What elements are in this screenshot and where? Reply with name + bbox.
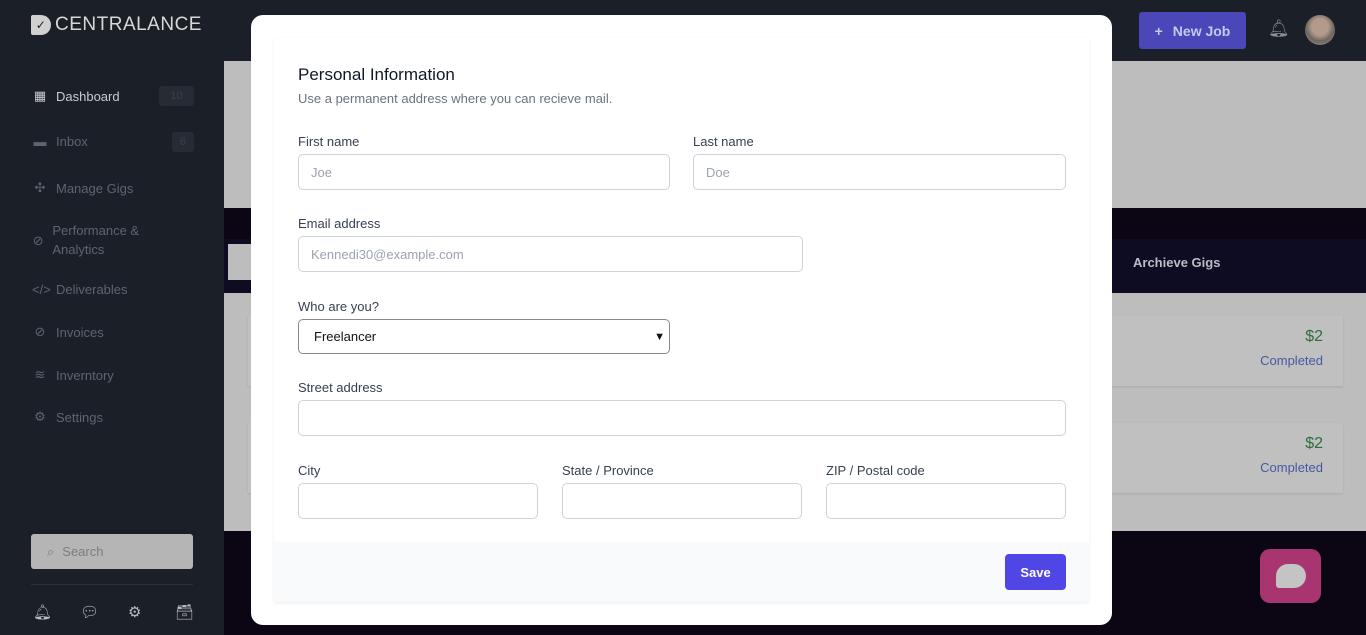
sidebar-item-label: Inbox [56, 134, 88, 149]
state-label: State / Province [562, 463, 654, 478]
gear-icon[interactable]: ⚙ [128, 603, 141, 621]
sidebar-item-invoices[interactable]: ⊘ Invoices [32, 324, 194, 340]
plus-icon: + [1154, 22, 1163, 39]
email-label: Email address [298, 216, 381, 231]
sidebar-item-label: Dashboard [56, 88, 120, 104]
sidebar-item-dashboard[interactable]: ▦ Dashboard 10 [32, 86, 194, 106]
search-placeholder: Search [62, 544, 104, 559]
sidebar: ✓ CENTRALANCE ▦ Dashboard 10 ▬ Inbox 6 ✣ Manag… [0, 0, 224, 635]
role-select[interactable]: Freelancer ▼ [298, 319, 670, 354]
sidebar-item-settings[interactable]: ⚙ Settings [32, 409, 194, 425]
gig-status: Completed [1260, 353, 1323, 368]
count-badge: 10 [159, 86, 194, 106]
modal-subtitle: Use a permanent address where you can re… [298, 91, 613, 106]
count-badge: 6 [171, 131, 194, 152]
form-footer: Save [274, 542, 1089, 602]
notification-bell-icon[interactable]: 🔔︎ [1268, 19, 1290, 39]
sidebar-item-label: Settings [56, 409, 103, 425]
sidebar-item-inbox[interactable]: ▬ Inbox 6 [32, 131, 194, 152]
sidebar-item-label: Inverntory [56, 367, 114, 383]
chat-launcher-button[interactable] [1260, 549, 1321, 603]
first-name-label: First name [298, 134, 360, 149]
logo-icon: ✓ [31, 15, 51, 35]
search-input[interactable]: ⌕ Search [31, 534, 193, 569]
brand-name: CENTRALANCE [55, 14, 202, 35]
state-field[interactable] [562, 483, 802, 519]
archive-icon[interactable]: 🗃︎ [175, 603, 194, 621]
sidebar-item-inventory[interactable]: ≋ Inverntory [32, 367, 194, 383]
sidebar-item-label: Manage Gigs [56, 180, 134, 196]
zip-field[interactable] [826, 483, 1066, 519]
avatar[interactable] [1305, 15, 1335, 45]
gig-price: $2 [1305, 328, 1323, 345]
grid-icon: ▦ [33, 88, 47, 103]
placeholder: Joe [311, 164, 332, 180]
form-card: Personal Information Use a permanent add… [274, 38, 1089, 602]
placeholder: Doe [706, 164, 730, 180]
inbox-icon: ▬ [33, 134, 47, 149]
new-job-button[interactable]: + New Job [1139, 12, 1246, 49]
placeholder: Kennedi30@example.com [311, 246, 464, 262]
chat-icon[interactable]: 💬︎ [80, 603, 99, 621]
chat-bubble-icon [1275, 564, 1306, 588]
logo[interactable]: ✓ CENTRALANCE [31, 14, 202, 36]
code-icon: </> [32, 282, 51, 297]
personal-info-modal: Personal Information Use a permanent add… [251, 15, 1112, 625]
search-icon: ⌕ [47, 543, 55, 559]
layers-icon: ≋ [34, 367, 46, 382]
puzzle-icon: ✣ [34, 180, 46, 195]
compass-icon: ⊘ [32, 232, 44, 248]
gig-price: $2 [1305, 435, 1323, 452]
sidebar-item-label: Deliverables [56, 282, 128, 297]
street-address-field[interactable] [298, 400, 1066, 436]
city-field[interactable] [298, 483, 538, 519]
chevron-down-icon: ▼ [654, 330, 665, 343]
new-job-label: New Job [1172, 22, 1231, 39]
tab-archieve-gigs[interactable]: Archieve Gigs [1133, 255, 1220, 270]
modal-title: Personal Information [298, 65, 455, 84]
save-button[interactable]: Save [1005, 554, 1066, 590]
divider [31, 584, 193, 585]
first-name-field[interactable]: Joe [298, 154, 670, 190]
sidebar-item-performance[interactable]: ⊘ Performance & Analytics [32, 221, 162, 259]
compass-icon: ⊘ [34, 324, 46, 339]
last-name-label: Last name [693, 134, 754, 149]
street-label: Street address [298, 380, 383, 395]
sidebar-item-label: Invoices [56, 324, 104, 340]
sidebar-item-deliverables[interactable]: </> Deliverables [32, 282, 194, 297]
bell-icon[interactable]: 🔔︎ [33, 603, 52, 621]
sidebar-item-label: Performance & Analytics [52, 223, 140, 257]
city-label: City [298, 463, 321, 478]
role-label: Who are you? [298, 299, 379, 314]
gear-icon: ⚙ [34, 409, 46, 424]
gig-status: Completed [1260, 460, 1323, 475]
zip-label: ZIP / Postal code [826, 463, 925, 478]
sidebar-item-manage-gigs[interactable]: ✣ Manage Gigs [32, 180, 194, 196]
email-field[interactable]: Kennedi30@example.com [298, 236, 803, 272]
last-name-field[interactable]: Doe [693, 154, 1066, 190]
selected-value: Freelancer [314, 329, 377, 344]
